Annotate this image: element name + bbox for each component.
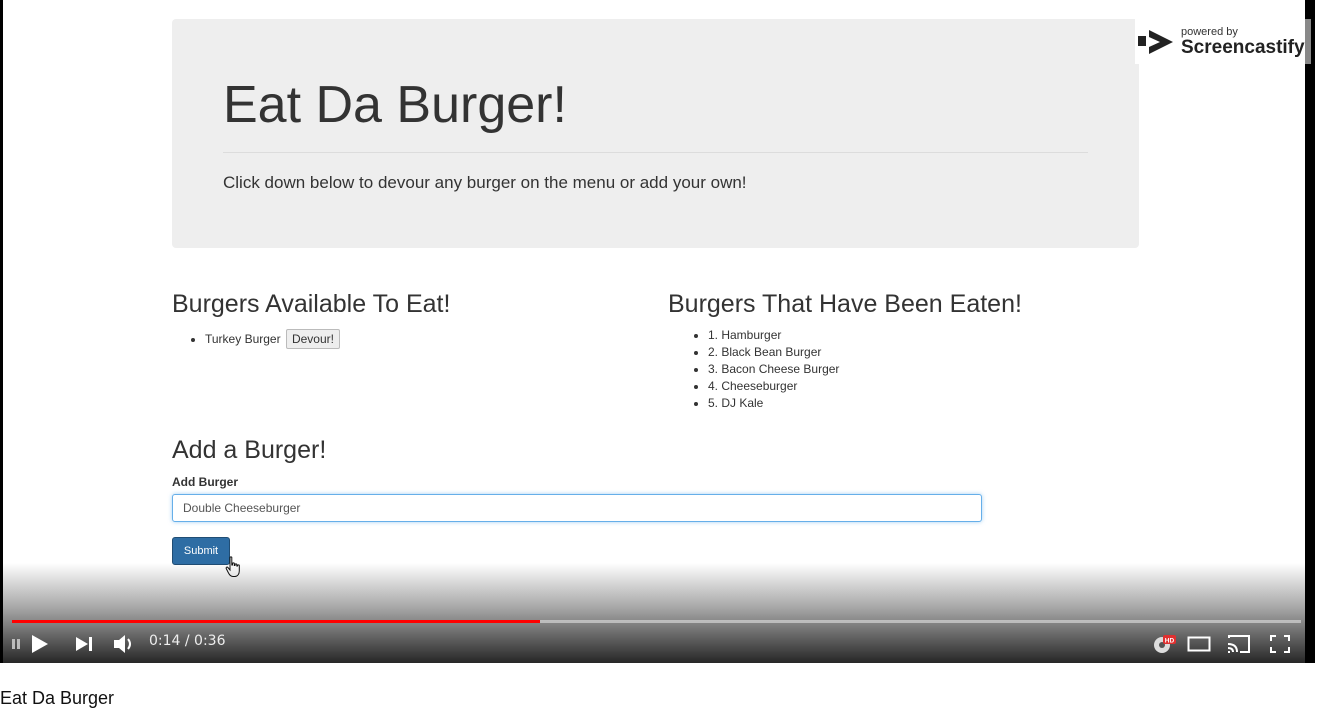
- volume-icon[interactable]: [112, 633, 136, 655]
- jumbotron: Eat Da Burger! Click down below to devou…: [172, 19, 1139, 248]
- fullscreen-icon[interactable]: [1270, 635, 1290, 653]
- submit-button[interactable]: Submit: [172, 537, 230, 565]
- theater-mode-icon[interactable]: [1187, 635, 1211, 653]
- next-icon[interactable]: [74, 634, 96, 654]
- available-list: Turkey Burger Devour!: [183, 329, 340, 349]
- page-subtitle: Click down below to devour any burger on…: [223, 173, 747, 192]
- eaten-title: Burgers That Have Been Eaten!: [668, 290, 1022, 318]
- list-item: 4. Cheeseburger: [708, 378, 839, 395]
- settings-icon[interactable]: HD: [1151, 633, 1177, 655]
- cast-icon[interactable]: [1226, 633, 1252, 655]
- burger-name-input[interactable]: [172, 494, 982, 522]
- devour-button[interactable]: Devour!: [285, 329, 340, 349]
- video-title: Eat Da Burger: [0, 688, 115, 708]
- hd-badge: HD: [1165, 637, 1175, 644]
- screencastify-brand: Screencastify: [1181, 37, 1305, 58]
- list-item: 3. Bacon Cheese Burger: [708, 361, 839, 378]
- progress-bar[interactable]: [12, 620, 1301, 623]
- list-item: 2. Black Bean Burger: [708, 344, 839, 361]
- screencastify-logo-icon: [1138, 30, 1173, 54]
- video-player[interactable]: Eat Da Burger! Click down below to devou…: [0, 0, 1315, 663]
- available-title: Burgers Available To Eat!: [172, 290, 451, 318]
- time-display: 0:14 / 0:36: [149, 633, 226, 649]
- eaten-list: 1. Hamburger 2. Black Bean Burger 3. Bac…: [686, 327, 839, 412]
- screencastify-watermark: powered by Screencastify: [1135, 19, 1305, 64]
- page-title: Eat Da Burger!: [223, 76, 567, 134]
- progress-fill: [12, 620, 541, 623]
- list-item: Turkey Burger Devour!: [205, 329, 340, 349]
- play-icon[interactable]: [12, 634, 50, 654]
- list-item: 5. DJ Kale: [708, 395, 839, 412]
- burger-name: Turkey Burger: [205, 332, 281, 346]
- add-burger-label: Add Burger: [172, 475, 238, 489]
- scrollbar-thumb[interactable]: [1305, 19, 1311, 64]
- divider: [223, 152, 1088, 153]
- add-burger-title: Add a Burger!: [172, 436, 327, 464]
- list-item: 1. Hamburger: [708, 327, 839, 344]
